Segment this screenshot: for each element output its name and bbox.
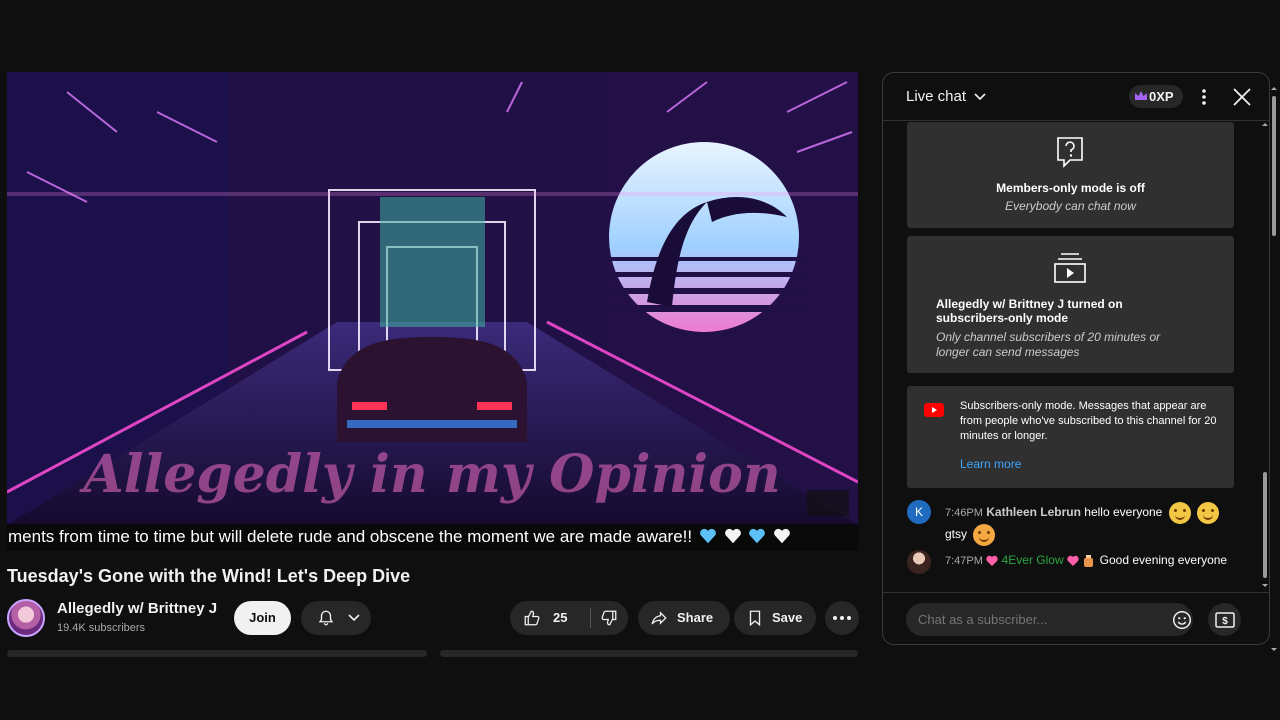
white-heart-icon xyxy=(774,528,790,544)
pink-heart-icon xyxy=(1067,555,1079,566)
subscribers-mode-title: Allegedly w/ Brittney J turned on subscr… xyxy=(936,297,1123,325)
share-arrow-icon xyxy=(651,611,667,625)
smiling-hearts-emoji-icon xyxy=(973,524,996,546)
message-text: hello everyone xyxy=(1084,505,1163,520)
video-caption: ments from time to time but will delete … xyxy=(7,524,858,551)
chat-mode-dropdown[interactable]: Live chat xyxy=(906,88,987,105)
members-mode-subtitle: Everybody can chat now xyxy=(1005,199,1136,213)
caption-text: ments from time to time but will delete … xyxy=(8,527,693,546)
join-button[interactable]: Join xyxy=(234,601,291,635)
svg-text:$: $ xyxy=(1222,616,1228,627)
xp-badge[interactable]: 0XP xyxy=(1129,85,1183,108)
close-icon[interactable] xyxy=(1232,87,1252,107)
save-button[interactable]: Save xyxy=(734,601,816,635)
members-mode-title: Members-only mode is off xyxy=(996,181,1145,195)
emoji-picker-icon[interactable] xyxy=(1171,609,1193,631)
share-button[interactable]: Share xyxy=(638,601,730,635)
chat-message[interactable]: K 7:46PM Kathleen Lebrun hello everyone … xyxy=(907,500,1237,546)
page-scrollbar[interactable] xyxy=(1270,86,1278,661)
youtube-logo-icon xyxy=(924,403,944,417)
thumbs-down-icon[interactable] xyxy=(599,609,619,627)
comments-box-edge xyxy=(440,650,858,657)
owner-row: Allegedly w/ Brittney J 19.4K subscriber… xyxy=(7,597,867,639)
xp-value: 0XP xyxy=(1149,89,1174,104)
video-frame: Allegedly in my Opinion xyxy=(7,72,858,525)
more-horizontal-icon xyxy=(833,616,851,620)
crown-icon xyxy=(1135,91,1147,100)
hugging-face-emoji-icon xyxy=(1168,502,1191,524)
message-timestamp: 7:47PM xyxy=(945,555,983,567)
chat-input-bar: $ xyxy=(883,592,1269,644)
channel-watermark-icon xyxy=(807,490,849,516)
subscriber-count: 19.4K subscribers xyxy=(57,622,146,634)
blue-heart-icon xyxy=(749,528,766,544)
chat-author-avatar[interactable]: K xyxy=(907,500,931,524)
super-chat-button[interactable]: $ xyxy=(1208,603,1241,636)
chat-message[interactable]: 7:47PM 4Ever Glow Good evening everyone xyxy=(907,550,1237,574)
share-label: Share xyxy=(677,610,714,625)
channel-name[interactable]: Allegedly w/ Brittney J xyxy=(57,600,217,617)
channel-avatar[interactable] xyxy=(7,599,45,637)
chat-messages[interactable]: Members-only mode is off Everybody can c… xyxy=(883,122,1261,592)
subscribers-only-notice: Subscribers-only mode. Messages that app… xyxy=(907,386,1234,488)
tea-cup-emoji-icon xyxy=(1084,554,1094,567)
more-vertical-icon[interactable] xyxy=(1196,87,1212,107)
question-bubble-icon xyxy=(1057,137,1083,168)
members-mode-card: Members-only mode is off Everybody can c… xyxy=(907,122,1234,228)
white-heart-icon xyxy=(724,528,741,544)
learn-more-link[interactable]: Learn more xyxy=(960,457,1021,471)
chat-title-label: Live chat xyxy=(906,88,967,105)
live-chat-panel: Live chat 0XP Members-only mode is off E… xyxy=(882,72,1270,645)
notification-bell-button[interactable] xyxy=(301,601,371,635)
video-watermark-text: Allegedly in my Opinion xyxy=(78,444,780,505)
chat-author-avatar[interactable] xyxy=(907,550,931,574)
subscribers-mode-card: Allegedly w/ Brittney J turned on subscr… xyxy=(907,236,1234,373)
message-text: Good evening everyone xyxy=(1099,553,1228,567)
like-dislike-group: 25 xyxy=(510,601,628,635)
chevron-down-icon xyxy=(348,614,360,622)
message-author[interactable]: 4Ever Glow xyxy=(1002,553,1064,567)
bell-icon xyxy=(318,610,334,626)
video-player[interactable]: Allegedly in my Opinion xyxy=(7,72,858,525)
description-box-edge xyxy=(7,650,427,657)
pink-heart-icon xyxy=(986,555,998,566)
save-label: Save xyxy=(772,610,803,625)
bookmark-icon xyxy=(749,610,761,627)
thumbs-up-icon[interactable] xyxy=(522,609,542,627)
chat-input[interactable] xyxy=(906,603,1193,636)
video-title: Tuesday's Gone with the Wind! Let's Deep… xyxy=(7,566,411,586)
blue-heart-icon xyxy=(699,528,716,544)
like-count[interactable]: 25 xyxy=(553,601,567,635)
subscriptions-icon xyxy=(1054,253,1086,283)
chat-scrollbar[interactable] xyxy=(1261,122,1269,592)
subscribers-mode-subtitle: Only channel subscribers of 20 minutes o… xyxy=(936,330,1161,359)
like-divider xyxy=(590,608,591,628)
more-actions-button[interactable] xyxy=(825,601,859,635)
message-timestamp: 7:46PM xyxy=(945,507,983,520)
notice-text: Subscribers-only mode. Messages that app… xyxy=(960,400,1217,442)
message-text-continued: gtsy xyxy=(945,527,968,542)
chevron-down-icon xyxy=(974,93,986,101)
chat-header: Live chat 0XP xyxy=(883,73,1269,121)
hugging-face-emoji-icon xyxy=(1197,502,1220,524)
message-author[interactable]: Kathleen Lebrun xyxy=(986,505,1081,519)
super-chat-dollar-icon: $ xyxy=(1215,612,1235,628)
